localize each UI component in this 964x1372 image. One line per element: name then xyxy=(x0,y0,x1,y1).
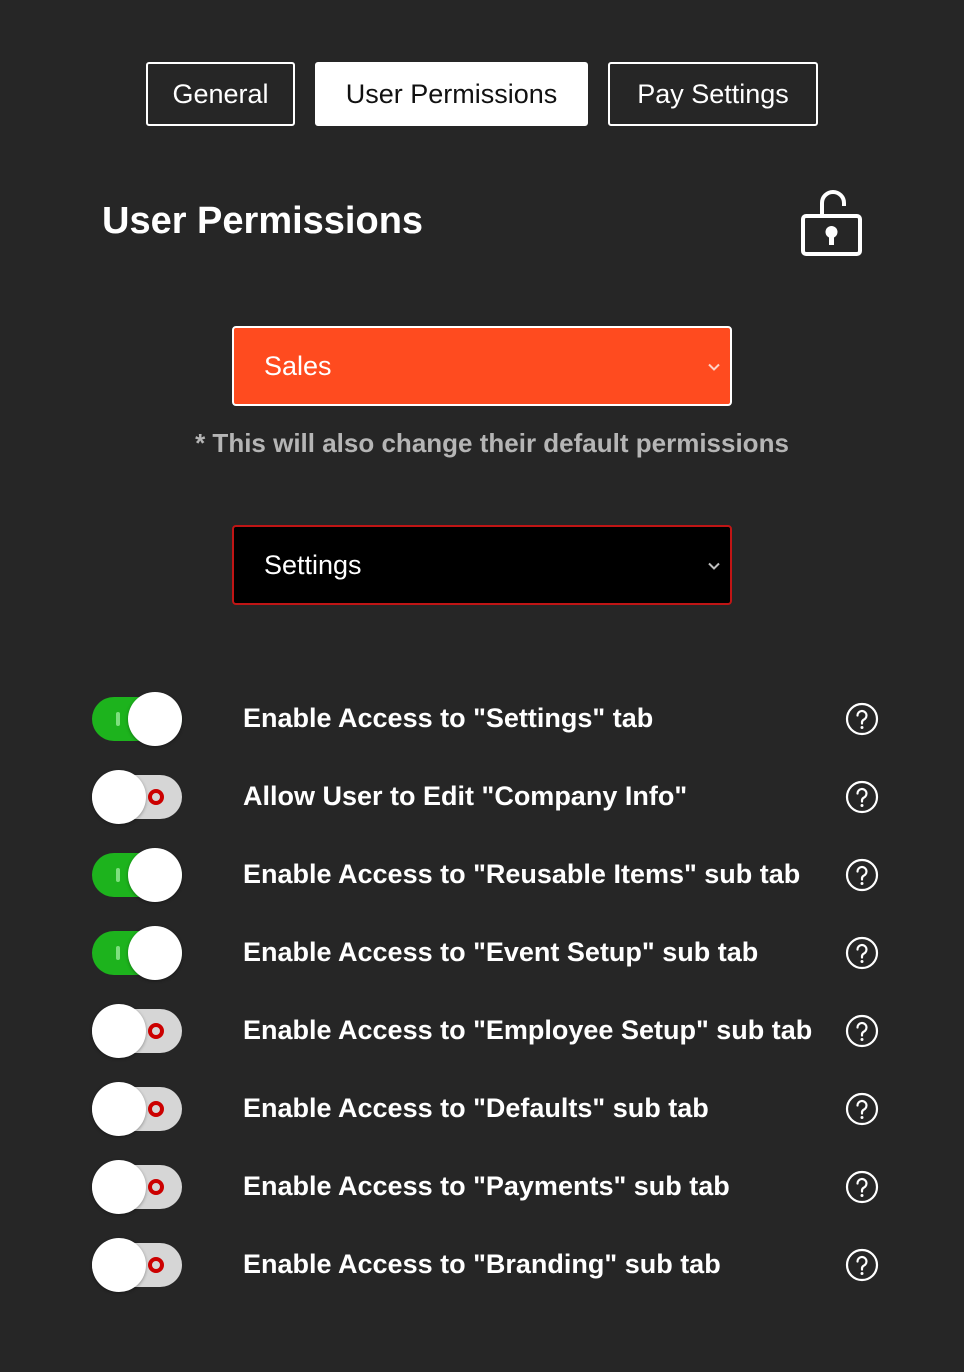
section-select[interactable]: Settings xyxy=(232,525,732,605)
toggle-knob xyxy=(92,1238,146,1292)
permission-row: Enable Access to "Settings" tab xyxy=(0,689,964,749)
permission-row: Enable Access to "Branding" sub tab xyxy=(0,1235,964,1295)
tab-pay-settings[interactable]: Pay Settings xyxy=(608,62,818,126)
permission-row: Enable Access to "Defaults" sub tab xyxy=(0,1079,964,1139)
permission-toggle[interactable] xyxy=(92,692,182,746)
toggle-knob xyxy=(128,848,182,902)
help-icon[interactable] xyxy=(845,1170,879,1204)
chevron-down-icon xyxy=(706,351,722,382)
permission-row: Enable Access to "Reusable Items" sub ta… xyxy=(0,845,964,905)
toggle-off-indicator xyxy=(148,1257,164,1273)
tab-general[interactable]: General xyxy=(146,62,295,126)
page-title: User Permissions xyxy=(102,200,424,242)
section-select-value: Settings xyxy=(264,549,362,580)
permission-label: Enable Access to "Payments" sub tab xyxy=(243,1171,730,1201)
toggle-off-indicator xyxy=(148,1179,164,1195)
settings-tabs: General User Permissions Pay Settings xyxy=(0,62,964,126)
permission-label: Enable Access to "Settings" tab xyxy=(243,703,654,733)
help-icon[interactable] xyxy=(845,1248,879,1282)
permission-label: Enable Access to "Branding" sub tab xyxy=(243,1249,721,1279)
permission-toggle[interactable] xyxy=(92,848,182,902)
toggle-knob xyxy=(128,692,182,746)
permission-toggle[interactable] xyxy=(92,1082,182,1136)
permission-label: Enable Access to "Defaults" sub tab xyxy=(243,1093,709,1123)
help-icon[interactable] xyxy=(845,702,879,736)
toggle-knob xyxy=(128,926,182,980)
permission-row: Enable Access to "Employee Setup" sub ta… xyxy=(0,1001,964,1061)
permissions-note: * This will also change their default pe… xyxy=(195,428,789,458)
permission-row: Enable Access to "Event Setup" sub tab xyxy=(0,923,964,983)
toggle-knob xyxy=(92,1160,146,1214)
role-select[interactable]: Sales xyxy=(232,326,732,406)
toggle-off-indicator xyxy=(148,789,164,805)
role-select-value: Sales xyxy=(264,350,332,381)
permission-label: Allow User to Edit "Company Info" xyxy=(243,781,688,811)
tab-user-permissions[interactable]: User Permissions xyxy=(315,62,588,126)
unlocked-padlock-icon[interactable] xyxy=(800,186,864,258)
toggle-on-indicator xyxy=(116,946,120,960)
permission-row: Allow User to Edit "Company Info" xyxy=(0,767,964,827)
permission-toggle[interactable] xyxy=(92,1160,182,1214)
help-icon[interactable] xyxy=(845,858,879,892)
permission-label: Enable Access to "Employee Setup" sub ta… xyxy=(243,1015,813,1045)
toggle-off-indicator xyxy=(148,1101,164,1117)
toggle-on-indicator xyxy=(116,712,120,726)
permission-label: Enable Access to "Event Setup" sub tab xyxy=(243,937,759,967)
permission-toggle[interactable] xyxy=(92,926,182,980)
chevron-down-icon xyxy=(706,550,722,581)
help-icon[interactable] xyxy=(845,936,879,970)
permission-toggle[interactable] xyxy=(92,1238,182,1292)
toggle-knob xyxy=(92,1004,146,1058)
permission-row: Enable Access to "Payments" sub tab xyxy=(0,1157,964,1217)
help-icon[interactable] xyxy=(845,780,879,814)
permission-label: Enable Access to "Reusable Items" sub ta… xyxy=(243,859,801,889)
help-icon[interactable] xyxy=(845,1092,879,1126)
toggle-knob xyxy=(92,770,146,824)
toggle-off-indicator xyxy=(148,1023,164,1039)
toggle-on-indicator xyxy=(116,868,120,882)
permission-toggle[interactable] xyxy=(92,1004,182,1058)
toggle-knob xyxy=(92,1082,146,1136)
help-icon[interactable] xyxy=(845,1014,879,1048)
permission-toggle[interactable] xyxy=(92,770,182,824)
